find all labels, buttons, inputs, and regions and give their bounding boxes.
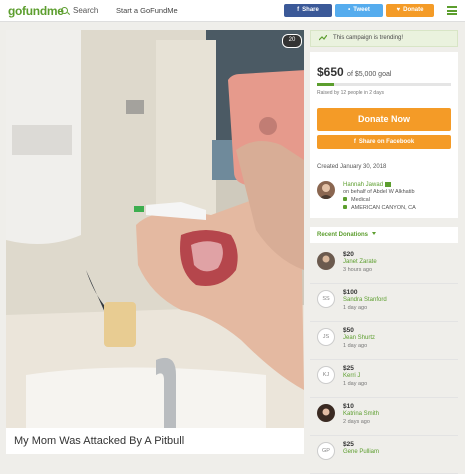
gofundme-logo[interactable]: gofundme bbox=[8, 4, 64, 18]
donor-initials-avatar: SS bbox=[317, 290, 335, 308]
goal-card: $650 of $5,000 goal Raised by 12 people … bbox=[310, 52, 458, 180]
donation-time: 3 hours ago bbox=[343, 267, 373, 273]
donor-name: Sandra Stanford bbox=[343, 297, 387, 303]
donation-amount: $25 bbox=[343, 441, 354, 448]
organizer-name-row: Hannah Jawad bbox=[343, 182, 392, 188]
trending-icon bbox=[319, 35, 327, 41]
donation-item: JS $50 Jean Shurtz 1 day ago bbox=[310, 322, 458, 360]
donation-item: $10 Katrina Smith 2 days ago bbox=[310, 398, 458, 436]
trending-banner: This campaign is trending! bbox=[310, 30, 458, 47]
search-icon bbox=[61, 7, 68, 14]
organizer-section: Hannah Jawad on behalf of Abdel W Alkhat… bbox=[310, 178, 458, 218]
start-gofundme-link[interactable]: Start a GoFundMe bbox=[116, 6, 178, 15]
share-facebook-top-button[interactable]: f Share bbox=[284, 4, 332, 17]
hamburger-menu-icon[interactable] bbox=[447, 6, 457, 15]
progress-bar bbox=[317, 83, 451, 86]
donation-amount: $10 bbox=[343, 403, 354, 410]
category-row: Medical bbox=[343, 197, 370, 203]
top-nav: gofundme Search Start a GoFundMe f Share … bbox=[0, 0, 465, 22]
chevron-down-icon bbox=[372, 232, 377, 235]
campaign-title-bar: My Mom Was Attacked By A Pitbull bbox=[6, 428, 304, 454]
goal-text: of $5,000 goal bbox=[347, 71, 392, 78]
donor-name: Gene Pulliam bbox=[343, 449, 380, 455]
facebook-icon: f bbox=[297, 7, 300, 13]
raised-amount: $650 bbox=[317, 65, 344, 79]
location-row: AMERICAN CANYON, CA bbox=[343, 205, 416, 211]
trending-text: This campaign is trending! bbox=[333, 35, 404, 41]
campaign-title: My Mom Was Attacked By A Pitbull bbox=[14, 435, 185, 447]
donate-top-label: Donate bbox=[403, 7, 424, 13]
tag-icon bbox=[343, 197, 347, 201]
search-label: Search bbox=[73, 6, 99, 15]
recent-donations-toggle[interactable]: Recent Donations bbox=[310, 227, 458, 243]
donation-item: SS $100 Sandra Stanford 1 day ago bbox=[310, 284, 458, 322]
progress-fill bbox=[317, 83, 335, 86]
raised-by-text: Raised by 12 people in 2 days bbox=[317, 90, 384, 96]
share-on-facebook-button[interactable]: f Share on Facebook bbox=[317, 135, 451, 149]
donate-top-button[interactable]: ♥ Donate bbox=[386, 4, 434, 17]
search-link[interactable]: Search bbox=[61, 6, 98, 15]
donation-time: 1 day ago bbox=[343, 305, 368, 311]
facebook-icon: f bbox=[353, 139, 356, 145]
tweet-label: Tweet bbox=[353, 7, 370, 13]
twitter-icon: • bbox=[348, 7, 351, 13]
donate-now-button[interactable]: Donate Now bbox=[317, 108, 451, 131]
photo-count-badge[interactable]: 20 bbox=[282, 34, 302, 48]
tweet-button[interactable]: • Tweet bbox=[335, 4, 383, 17]
donor-initials-avatar: JS bbox=[317, 328, 335, 346]
organizer-name[interactable]: Hannah Jawad bbox=[343, 182, 383, 188]
donation-item: GP $25 Gene Pulliam bbox=[310, 436, 458, 474]
donor-initials-avatar: KJ bbox=[317, 366, 335, 384]
recent-donations-label: Recent Donations bbox=[317, 232, 369, 238]
donor-name: Katrina Smith bbox=[343, 411, 380, 417]
donation-time: 1 day ago bbox=[343, 381, 368, 387]
donation-amount: $100 bbox=[343, 289, 358, 296]
location-pin-icon bbox=[343, 205, 347, 209]
donation-item: KJ $25 Kerri J 1 day ago bbox=[310, 360, 458, 398]
donor-avatar bbox=[317, 252, 335, 270]
organizer-avatar[interactable] bbox=[317, 181, 335, 199]
category-text[interactable]: Medical bbox=[351, 197, 370, 203]
sidebar: This campaign is trending! $650 of $5,00… bbox=[310, 30, 458, 474]
donor-name: Janet Zarate bbox=[343, 259, 377, 265]
donation-time: 2 days ago bbox=[343, 419, 370, 425]
organizer-behalf: on behalf of Abdel W Alkhatib bbox=[343, 189, 415, 195]
email-icon[interactable] bbox=[385, 182, 392, 187]
donation-amount: $20 bbox=[343, 251, 354, 258]
share-facebook-top-label: Share bbox=[302, 7, 319, 13]
donation-item: $20 Janet Zarate 3 hours ago bbox=[310, 246, 458, 284]
donor-initials-avatar: GP bbox=[317, 442, 335, 460]
donor-name: Kerri J bbox=[343, 373, 361, 379]
created-date: Created January 30, 2018 bbox=[317, 164, 387, 170]
share-on-facebook-label: Share on Facebook bbox=[358, 139, 415, 145]
donor-name: Jean Shurtz bbox=[343, 335, 376, 341]
donation-amount: $25 bbox=[343, 365, 354, 372]
heart-icon: ♥ bbox=[396, 7, 401, 13]
location-text: AMERICAN CANYON, CA bbox=[351, 205, 416, 211]
donation-time: 1 day ago bbox=[343, 343, 368, 349]
donation-amount: $50 bbox=[343, 327, 354, 334]
campaign-photo[interactable]: 20 bbox=[6, 30, 304, 428]
amount-raised: $650 of $5,000 goal bbox=[317, 65, 391, 79]
donor-avatar bbox=[317, 404, 335, 422]
donations-list: $20 Janet Zarate 3 hours ago SS $100 San… bbox=[310, 246, 458, 474]
campaign-photo-illustration bbox=[6, 30, 304, 428]
